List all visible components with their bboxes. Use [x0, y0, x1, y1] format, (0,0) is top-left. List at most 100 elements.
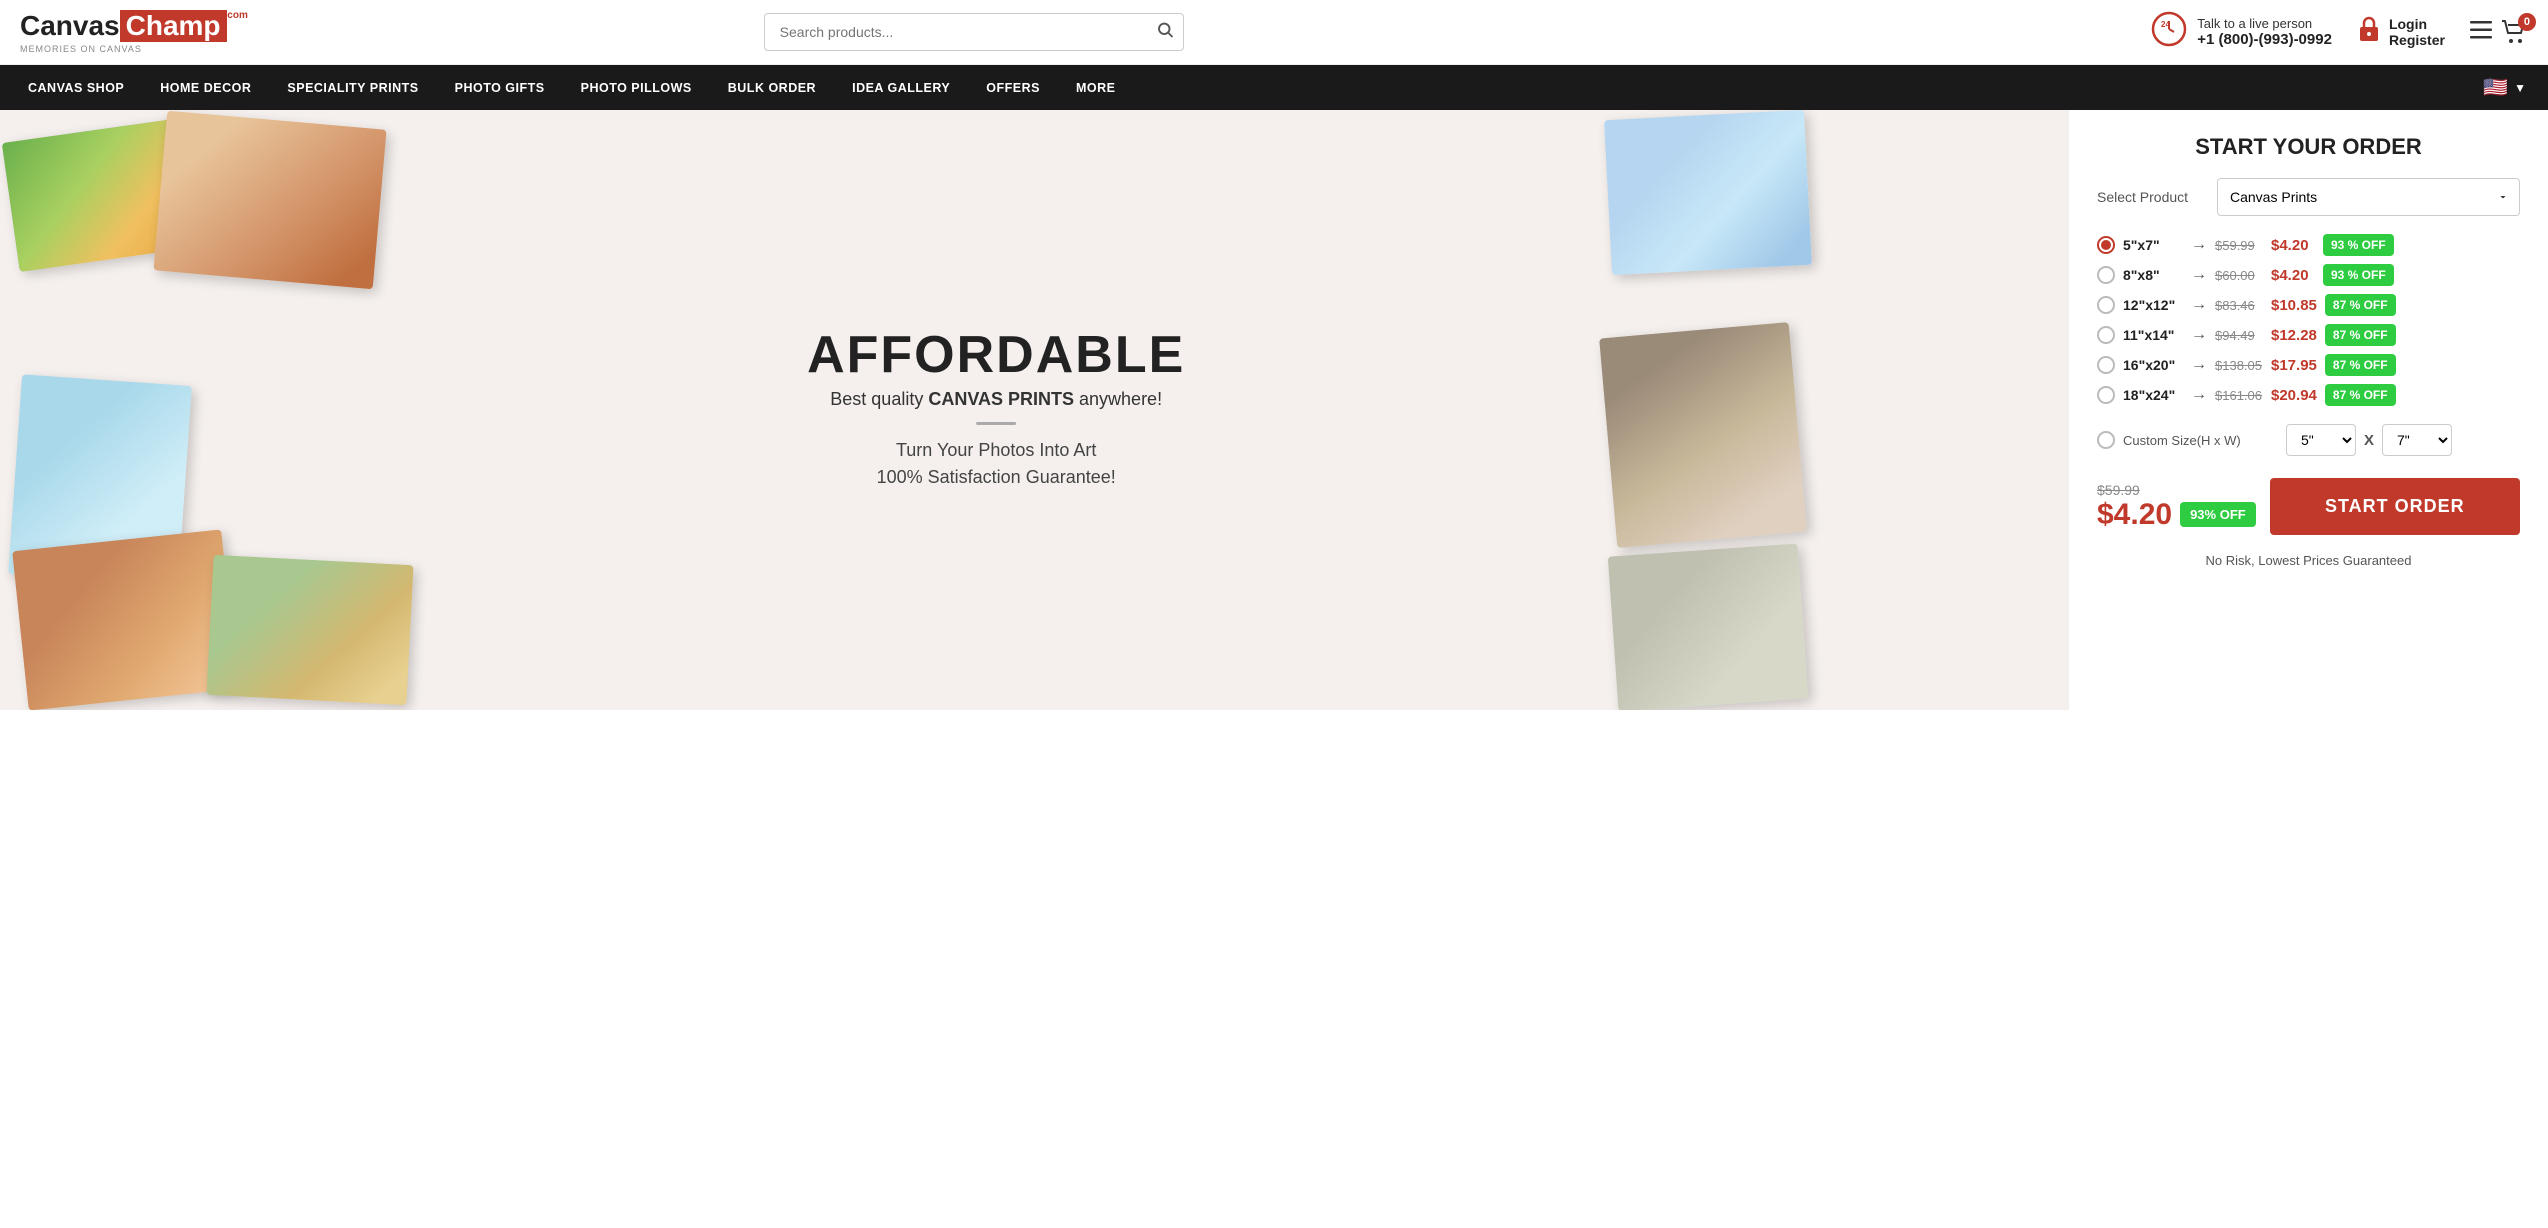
guarantee-text: No Risk, Lowest Prices Guaranteed [2097, 553, 2520, 568]
size-row-11x14[interactable]: 11"x14"→$94.49$12.2887 % OFF [2097, 320, 2520, 350]
sale-price-5x7: $4.20 [2271, 237, 2315, 254]
canvas-image-5 [1599, 322, 1807, 548]
original-price-12x12: $83.46 [2215, 298, 2263, 313]
size-row-16x20[interactable]: 16"x20" → $138.05 $17.95 87 % OFF [2097, 350, 2520, 380]
nav-item-idea-gallery[interactable]: IDEA GALLERY [834, 67, 968, 109]
register-label[interactable]: Register [2389, 32, 2445, 48]
radio-11x14[interactable] [2097, 326, 2115, 344]
arrow-icon: → [2191, 386, 2207, 404]
price-block: $59.99 $4.20 93% OFF [2097, 482, 2256, 532]
nav-item-bulk-order[interactable]: BULK ORDER [710, 67, 834, 109]
off-badge-12x12: 87 % OFF [2325, 294, 2396, 316]
off-badge-5x7: 93 % OFF [2323, 234, 2394, 256]
nav-item-photo-gifts[interactable]: PHOTO GIFTS [437, 67, 563, 109]
menu-icon[interactable] [2470, 19, 2492, 45]
size-label-12x12: 12"x12" [2123, 297, 2183, 313]
size-label-18x24: 18"x24" [2123, 387, 2183, 403]
canvas-image-6 [12, 529, 238, 710]
cart-wrap[interactable]: 0 [2500, 19, 2528, 45]
custom-radio[interactable] [2097, 431, 2115, 449]
bottom-sale-price: $4.20 [2097, 498, 2172, 532]
nav-item-speciality-prints[interactable]: SPECIALITY PRINTS [269, 67, 436, 109]
logo-subtitle: MEMORIES ON CANVAS [20, 44, 250, 54]
off-badge-18x24: 87 % OFF [2325, 384, 2396, 406]
order-title: START YOUR ORDER [2097, 134, 2520, 160]
radio-18x24[interactable] [2097, 386, 2115, 404]
bottom-off-badge: 93% OFF [2180, 502, 2256, 527]
canvas-image-2 [153, 111, 386, 290]
arrow-icon: → [2191, 266, 2207, 284]
arrow-icon: → [2191, 236, 2207, 254]
custom-height-select[interactable]: 5"6"8"10"12" [2286, 424, 2356, 456]
nav-item-offers[interactable]: OFFERS [968, 67, 1058, 109]
nav-item-more[interactable]: MORE [1058, 67, 1134, 109]
nav-item-photo-pillows[interactable]: PHOTO PILLOWS [563, 67, 710, 109]
search-icon[interactable] [1156, 21, 1174, 44]
sale-price-11x14: $12.28 [2271, 327, 2317, 344]
arrow-icon: → [2191, 296, 2207, 314]
original-price-8x8: $60.00 [2215, 268, 2263, 283]
off-badge-11x14: 87 % OFF [2325, 324, 2396, 346]
search-bar [764, 13, 1184, 51]
main-content: AFFORDABLE Best quality CANVAS PRINTS an… [0, 110, 2548, 710]
radio-12x12[interactable] [2097, 296, 2115, 314]
original-price-16x20: $138.05 [2215, 358, 2263, 373]
custom-size-row: Custom Size(H x W) 5"6"8"10"12" X 7"8"10… [2097, 424, 2520, 456]
arrow-icon: → [2191, 356, 2207, 374]
search-input[interactable] [764, 13, 1184, 51]
radio-8x8[interactable] [2097, 266, 2115, 284]
start-order-button[interactable]: START ORDER [2270, 478, 2520, 535]
login-text: Login Register [2389, 16, 2445, 48]
hero-sub1-suffix: anywhere! [1074, 389, 1162, 409]
header-right: 24 Talk to a live person +1 (800)-(993)-… [2151, 11, 2528, 54]
product-select-label: Select Product [2097, 189, 2207, 205]
nav-item-home-decor[interactable]: HOME DECOR [142, 67, 269, 109]
size-row-5x7[interactable]: 5"x7" → $59.99 $4.20 93 % OFF [2097, 230, 2520, 260]
hero-divider [976, 422, 1016, 425]
size-label-16x20: 16"x20" [2123, 357, 2183, 373]
off-badge-16x20: 87 % OFF [2325, 354, 2396, 376]
size-row-8x8[interactable]: 8"x8" → $60.00 $4.20 93 % OFF [2097, 260, 2520, 290]
size-row-18x24[interactable]: 18"x24"→$161.06$20.9487 % OFF [2097, 380, 2520, 410]
logo: Canvas Champ .com MEMORIES ON CANVAS [20, 10, 250, 54]
hero-sub1-bold: CANVAS PRINTS [928, 389, 1074, 409]
cart-badge: 0 [2518, 13, 2536, 31]
original-price-5x7: $59.99 [2215, 238, 2263, 253]
sale-price-8x8: $4.20 [2271, 267, 2315, 284]
support-title: Talk to a live person [2197, 16, 2332, 31]
flag-selector[interactable]: 🇺🇸 ▼ [2471, 65, 2538, 110]
nav-item-canvas-shop[interactable]: CANVAS SHOP [10, 67, 142, 109]
hero-section: AFFORDABLE Best quality CANVAS PRINTS an… [0, 110, 2068, 710]
logo-champ-text: Champ [120, 10, 227, 42]
size-rows-container: 5"x7" → $59.99 $4.20 93 % OFF 8"x8" → $60.00 $4.… [2097, 230, 2520, 410]
canvas-image-3 [1604, 110, 1812, 275]
flag-caret-icon: ▼ [2514, 81, 2526, 95]
hero-sub2-line2: 100% Satisfaction Guarantee! [807, 464, 1185, 491]
support-block: 24 Talk to a live person +1 (800)-(993)-… [2151, 11, 2332, 54]
size-label-5x7: 5"x7" [2123, 237, 2183, 253]
login-block[interactable]: Login Register [2357, 15, 2445, 50]
radio-5x7[interactable] [2097, 236, 2115, 254]
product-select-dropdown[interactable]: Canvas Prints Photo Pillows Photo Gifts … [2217, 178, 2520, 216]
product-select-row: Select Product Canvas Prints Photo Pillo… [2097, 178, 2520, 216]
sale-price-16x20: $17.95 [2271, 357, 2317, 374]
sale-price-18x24: $20.94 [2271, 387, 2317, 404]
off-badge-8x8: 93 % OFF [2323, 264, 2394, 286]
radio-16x20[interactable] [2097, 356, 2115, 374]
login-label[interactable]: Login [2389, 16, 2445, 32]
size-row-12x12[interactable]: 12"x12"→$83.46$10.8587 % OFF [2097, 290, 2520, 320]
arrow-icon: → [2191, 326, 2207, 344]
size-label-8x8: 8"x8" [2123, 267, 2183, 283]
hero-sub2-line1: Turn Your Photos Into Art [807, 437, 1185, 464]
order-panel: START YOUR ORDER Select Product Canvas P… [2068, 110, 2548, 710]
canvas-image-8 [1608, 544, 1808, 710]
logo-com-text: .com [225, 11, 248, 21]
hero-headline: AFFORDABLE [807, 329, 1185, 381]
flag-icon: 🇺🇸 [2483, 75, 2508, 100]
x-separator: X [2364, 432, 2374, 449]
header: Canvas Champ .com MEMORIES ON CANVAS 24 [0, 0, 2548, 65]
bottom-original-price: $59.99 [2097, 482, 2256, 498]
support-text: Talk to a live person +1 (800)-(993)-099… [2197, 16, 2332, 48]
custom-width-select[interactable]: 7"8"10"12"14" [2382, 424, 2452, 456]
canvas-image-7 [206, 555, 413, 705]
